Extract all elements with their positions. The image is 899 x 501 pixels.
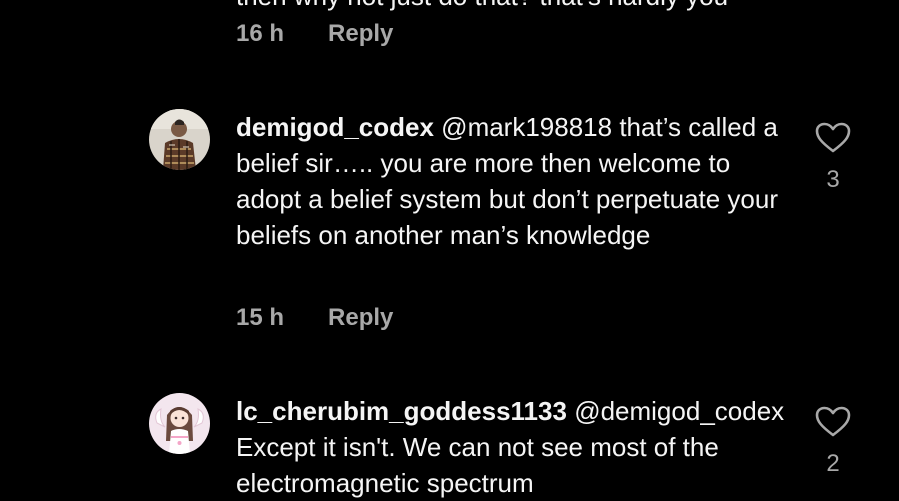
comment-text: demigod_codex @mark198818 that’s called … bbox=[236, 109, 791, 253]
avatar[interactable] bbox=[149, 109, 210, 170]
like-count: 3 bbox=[826, 166, 840, 193]
person-plaid-shirt-photo-icon bbox=[149, 109, 210, 170]
heart-icon bbox=[815, 122, 851, 153]
comment-meta: 15 h Reply bbox=[236, 303, 393, 333]
comment-time: 15 h bbox=[236, 304, 285, 331]
reply-button[interactable]: Reply bbox=[328, 303, 393, 333]
like-button[interactable]: 2 bbox=[813, 406, 853, 478]
heart-icon bbox=[815, 406, 851, 437]
comment-username[interactable]: lc_cherubim_goddess1133 bbox=[236, 396, 567, 426]
previous-comment-text: then why not just do that? that's hardly… bbox=[236, 0, 728, 14]
avatar[interactable] bbox=[149, 393, 210, 454]
anime-girl-avatar-icon bbox=[149, 393, 210, 454]
comment-meta: 16 h Reply bbox=[236, 19, 393, 49]
reply-button[interactable]: Reply bbox=[328, 19, 393, 49]
comment-username[interactable]: demigod_codex bbox=[236, 112, 434, 142]
comment-time: 16 h bbox=[236, 20, 285, 47]
like-count: 2 bbox=[826, 450, 840, 477]
comment-text: lc_cherubim_goddess1133 @demigod_codex E… bbox=[236, 393, 791, 501]
like-button[interactable]: 3 bbox=[813, 122, 853, 194]
